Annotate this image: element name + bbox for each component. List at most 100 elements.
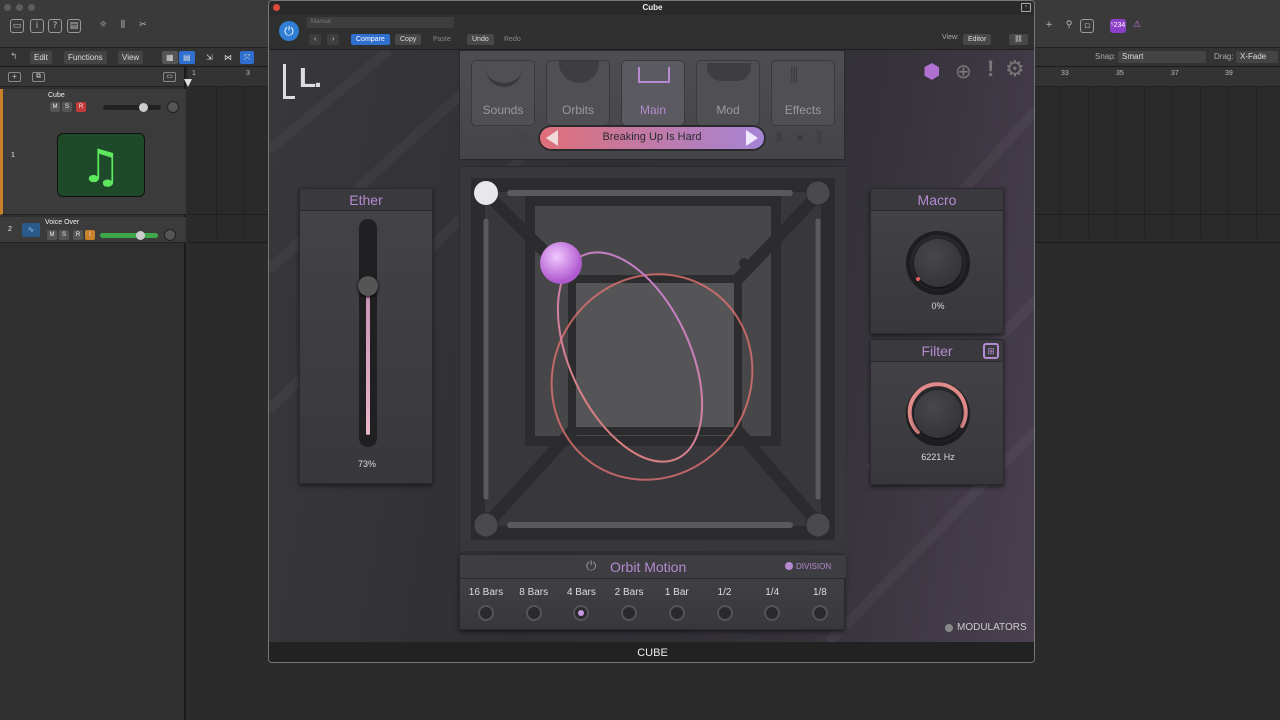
view-select[interactable]: Editor xyxy=(963,34,992,45)
orbit-rate-radio[interactable] xyxy=(621,605,638,621)
smart-controls-icon[interactable]: ☼ xyxy=(96,19,110,33)
bars-icon[interactable]: ⦀ xyxy=(776,129,782,146)
division-indicator-icon[interactable] xyxy=(785,562,793,570)
settings-gear-icon[interactable]: ⚙ xyxy=(1005,57,1025,82)
link-icon[interactable]: ⋈ xyxy=(220,51,236,64)
globe-icon[interactable]: ⊕ xyxy=(955,59,972,83)
sliders-icon: ⫼ xyxy=(790,65,799,85)
window-close-button[interactable] xyxy=(4,4,11,11)
solo-button[interactable]: S xyxy=(62,102,72,112)
window-zoom-button[interactable] xyxy=(28,4,35,11)
copy-button[interactable]: Copy xyxy=(395,34,422,45)
orbit-rate-radio[interactable] xyxy=(478,605,494,621)
cube-view[interactable] xyxy=(459,166,846,551)
mixer-sliders-icon[interactable]: ⫼ xyxy=(816,129,822,146)
paste-button[interactable]: Paste xyxy=(428,34,456,45)
track-row[interactable]: 2 ∿ Voice Over M S R I xyxy=(0,217,186,243)
volume-slider[interactable] xyxy=(103,103,161,112)
global-tracks-button[interactable]: ▭ xyxy=(163,72,176,82)
dice-icon[interactable]: ● xyxy=(796,129,804,145)
pan-knob[interactable] xyxy=(167,101,179,113)
mute-button[interactable]: M xyxy=(47,230,57,240)
view-menu[interactable]: View xyxy=(118,51,144,64)
orbit-rate-radio[interactable] xyxy=(811,605,828,621)
preset-field[interactable]: Manual xyxy=(307,17,454,28)
preset-bar[interactable]: Breaking Up Is Hard xyxy=(538,125,766,151)
orbit-rate-radio[interactable] xyxy=(573,605,590,621)
track-name[interactable]: Voice Over xyxy=(45,219,79,226)
tab-mod[interactable]: Mod xyxy=(696,60,760,126)
notepad-icon[interactable]: ▫ xyxy=(1080,19,1094,33)
mixer-icon[interactable]: ⫼ xyxy=(116,19,130,33)
volume-slider[interactable] xyxy=(100,231,158,240)
solo-button[interactable]: S xyxy=(59,230,69,240)
orbit-rate-radio[interactable] xyxy=(764,605,781,621)
tab-sounds[interactable]: Sounds xyxy=(471,60,535,126)
tab-orbits[interactable]: Orbits xyxy=(546,60,610,126)
quick-help-icon[interactable]: ? xyxy=(48,19,62,33)
functions-menu[interactable]: Functions xyxy=(64,51,107,64)
track-number: 2 xyxy=(8,226,12,233)
volume-handle[interactable] xyxy=(139,103,148,112)
catch-icon[interactable]: ⇲ xyxy=(202,51,217,64)
record-button[interactable]: R xyxy=(76,102,86,112)
previous-preset-button[interactable]: ‹ xyxy=(309,34,322,45)
orbit-ball[interactable] xyxy=(540,242,582,284)
window-minimize-button[interactable] xyxy=(16,4,23,11)
ether-slider-handle[interactable] xyxy=(358,276,378,297)
leaf-icon[interactable]: ❦ xyxy=(518,131,528,145)
volume-handle[interactable] xyxy=(136,231,145,240)
ether-slider-track[interactable] xyxy=(358,219,378,447)
input-monitor-button[interactable]: I xyxy=(85,230,95,240)
alert-icon[interactable]: ! xyxy=(987,56,994,82)
record-button[interactable]: R xyxy=(73,230,83,240)
compare-button[interactable]: Compare xyxy=(351,34,390,45)
track-name[interactable]: Cube xyxy=(48,92,65,99)
power-icon[interactable]: ⏻ xyxy=(279,21,299,41)
division-toggle[interactable]: DIVISION xyxy=(796,562,831,571)
editors-icon[interactable]: ✂ xyxy=(136,19,150,33)
undo-button[interactable]: Undo xyxy=(467,34,494,45)
filter-type-icon[interactable]: ⊞ xyxy=(983,343,999,359)
toolbar-icon[interactable]: ▤ xyxy=(67,19,81,33)
snap-select[interactable]: Smart xyxy=(1118,51,1206,63)
plugin-close-button[interactable] xyxy=(273,4,280,11)
macro-knob[interactable] xyxy=(906,231,970,295)
track-row[interactable]: 1 Cube M S R ♫ xyxy=(0,89,186,215)
orbit-rate-radio[interactable] xyxy=(716,605,733,621)
orbit-rate-radio[interactable] xyxy=(525,605,542,621)
warning-icon[interactable]: ⚠ xyxy=(1130,19,1144,33)
cube-icon[interactable]: ⬢ xyxy=(923,59,940,83)
mute-button[interactable]: M xyxy=(50,102,60,112)
library-icon[interactable]: ▭ xyxy=(10,19,24,33)
modulators-indicator-icon[interactable] xyxy=(945,624,953,632)
ether-value: 73% xyxy=(357,459,376,469)
preset-name[interactable]: Breaking Up Is Hard xyxy=(538,131,766,143)
tab-main[interactable]: Main xyxy=(621,60,685,126)
back-arrow-icon[interactable]: ↰ xyxy=(10,51,18,62)
tuner-icon[interactable]: ⚲ xyxy=(1062,19,1076,33)
edit-menu[interactable]: Edit xyxy=(30,51,52,64)
link-icon[interactable]: ⛓ xyxy=(1009,34,1028,45)
plugin-expand-icon[interactable]: ▫ xyxy=(1021,3,1031,12)
orbit-power-icon[interactable]: ⏻ xyxy=(586,559,596,574)
list-view-button[interactable]: ▤ xyxy=(179,51,195,64)
tab-effects[interactable]: Effects ⫼ xyxy=(771,60,835,126)
zoom-icon[interactable]: + xyxy=(1042,19,1056,33)
modulators-button[interactable]: MODULATORS xyxy=(957,622,1027,633)
flex-icon[interactable]: ⤧ xyxy=(240,51,255,64)
redo-button[interactable]: Redo xyxy=(499,34,526,45)
inspector-icon[interactable]: i xyxy=(30,19,44,33)
next-preset-button[interactable]: › xyxy=(327,34,340,45)
preset-next-arrow-icon[interactable] xyxy=(746,130,758,146)
drag-select[interactable]: X-Fade xyxy=(1236,51,1278,63)
track-icon-music-note[interactable]: ♫ xyxy=(57,133,145,197)
pan-knob[interactable] xyxy=(164,229,176,241)
orbit-rate-radio[interactable] xyxy=(668,605,685,621)
filter-knob[interactable] xyxy=(906,382,970,446)
grid-view-button[interactable]: ▦ xyxy=(162,51,178,64)
tab-label: Main xyxy=(639,103,666,117)
lcd-badge[interactable]: ⁵234 xyxy=(1110,19,1126,33)
duplicate-track-button[interactable]: ⧉ xyxy=(32,72,45,82)
add-track-button[interactable]: + xyxy=(8,72,21,82)
